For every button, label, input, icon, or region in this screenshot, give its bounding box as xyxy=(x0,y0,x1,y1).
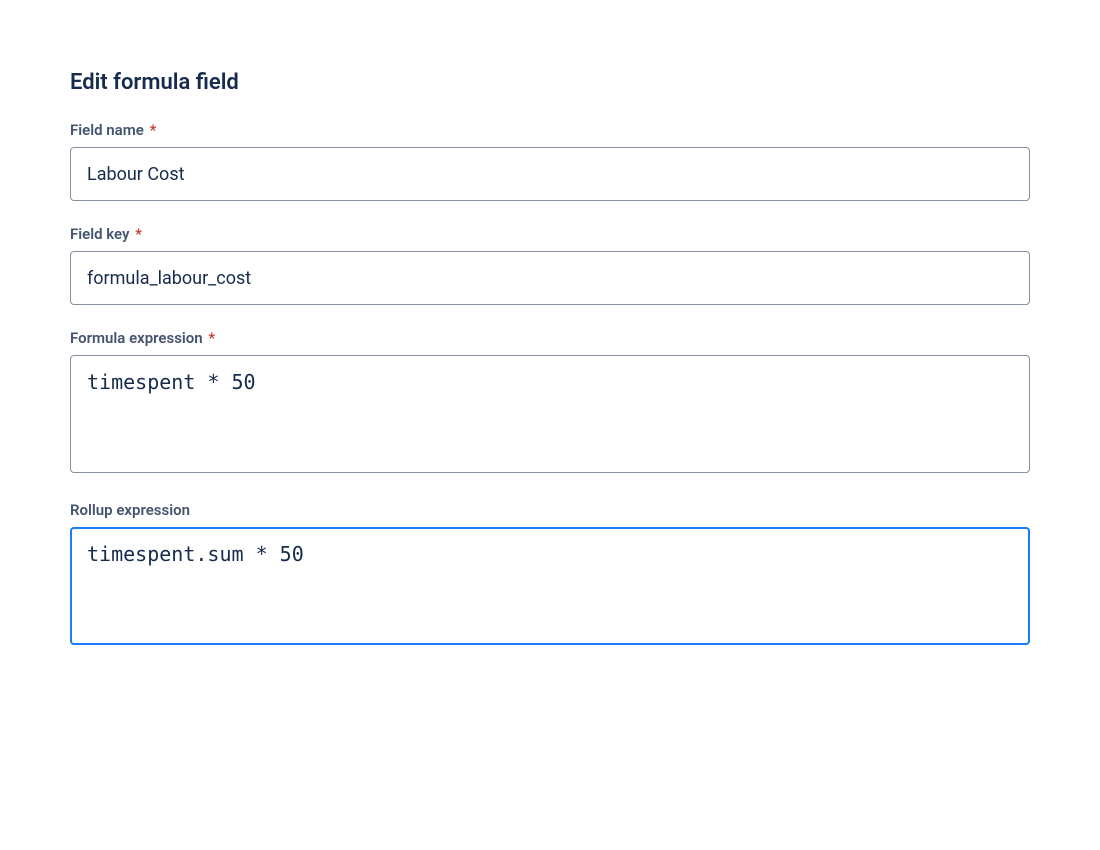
rollup-expression-label: Rollup expression xyxy=(70,501,1030,519)
field-key-group: Field key * xyxy=(70,225,1030,305)
field-key-input[interactable] xyxy=(70,251,1030,305)
formula-expression-group: Formula expression * xyxy=(70,329,1030,477)
required-asterisk-icon: * xyxy=(150,121,157,139)
field-name-label: Field name * xyxy=(70,121,1030,139)
rollup-expression-label-text: Rollup expression xyxy=(70,501,190,519)
page-title: Edit formula field xyxy=(70,70,1030,95)
field-name-label-text: Field name xyxy=(70,121,144,139)
formula-expression-label: Formula expression * xyxy=(70,329,1030,347)
formula-expression-label-text: Formula expression xyxy=(70,329,203,347)
rollup-expression-group: Rollup expression xyxy=(70,501,1030,649)
field-key-label: Field key * xyxy=(70,225,1030,243)
formula-expression-input[interactable] xyxy=(70,355,1030,473)
required-asterisk-icon: * xyxy=(208,329,215,347)
field-key-label-text: Field key xyxy=(70,225,129,243)
rollup-expression-input[interactable] xyxy=(70,527,1030,645)
required-asterisk-icon: * xyxy=(135,225,142,243)
field-name-group: Field name * xyxy=(70,121,1030,201)
field-name-input[interactable] xyxy=(70,147,1030,201)
